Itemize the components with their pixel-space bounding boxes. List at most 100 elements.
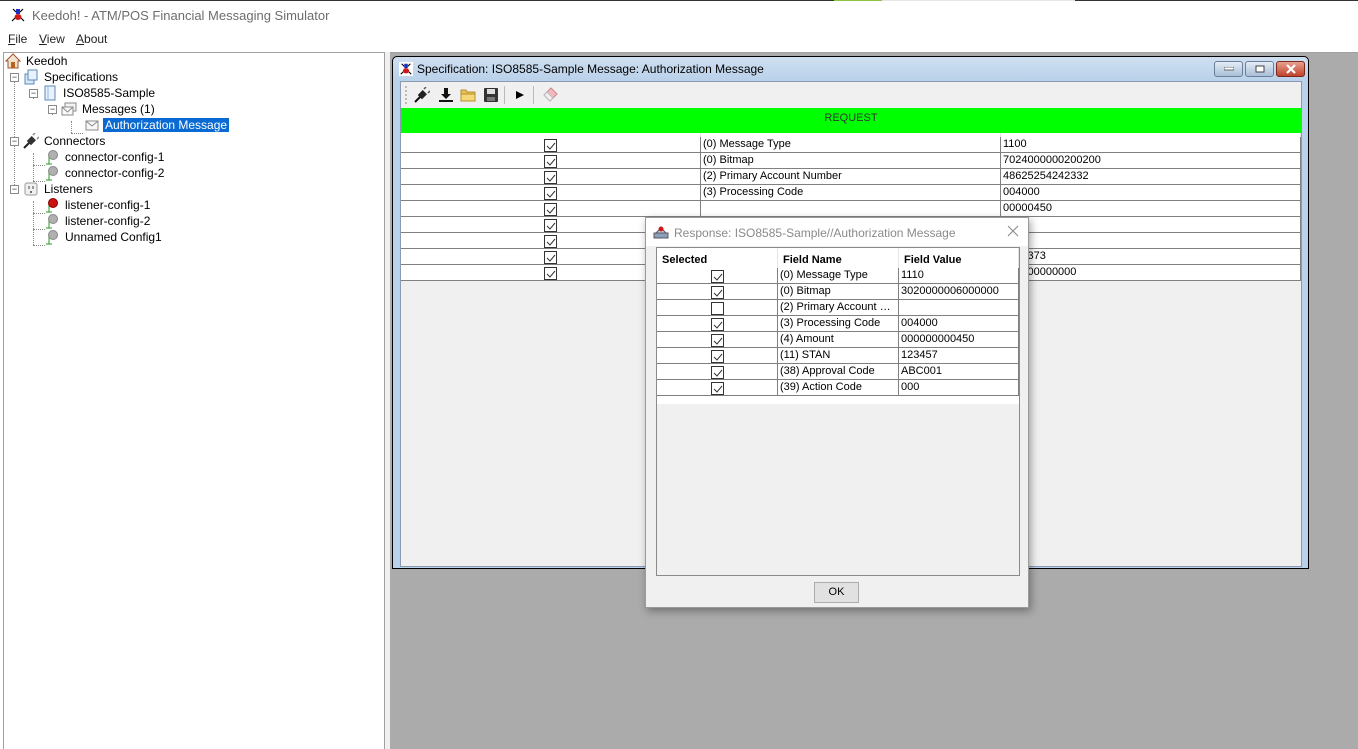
field-name-cell[interactable]: (2) Primary Account Number [778, 300, 899, 316]
checkbox-checked[interactable] [711, 286, 724, 299]
tree-node-connector-2[interactable]: connector-config-2 [44, 165, 166, 181]
field-name-cell[interactable]: (4) Amount [778, 332, 899, 348]
checkbox-checked[interactable] [711, 350, 724, 363]
checkbox-checked[interactable] [544, 235, 557, 248]
tree-node-authorization-message[interactable]: Authorization Message [84, 117, 230, 133]
close-button[interactable] [1276, 61, 1305, 77]
maximize-button[interactable] [1245, 61, 1274, 77]
field-value-cell[interactable]: 123457 [899, 348, 1019, 364]
collapse-toggle[interactable]: − [10, 73, 19, 82]
response-dialog-titlebar[interactable]: Response: ISO8585-Sample//Authorization … [646, 218, 1028, 246]
table-row[interactable]: (4) Amount 000000000450 [657, 332, 1019, 348]
checkbox-checked[interactable] [544, 187, 557, 200]
field-value-cell[interactable] [899, 300, 1019, 316]
field-name-cell[interactable] [701, 201, 1001, 217]
field-value-cell[interactable]: 3020000006000000 [899, 284, 1019, 300]
field-value-cell[interactable]: 000 [899, 380, 1019, 396]
tree-node-spec[interactable]: ISO8585-Sample [42, 85, 157, 101]
table-row[interactable]: (0) Bitmap 7024000000200200 [401, 153, 1301, 169]
field-value-cell[interactable]: 004000 [899, 316, 1019, 332]
table-row[interactable]: (39) Action Code 000 [657, 380, 1019, 396]
connect-button[interactable] [413, 86, 431, 104]
field-value-cell[interactable]: 1928373 [1001, 249, 1301, 265]
menu-about[interactable]: About [76, 32, 107, 46]
field-name-cell[interactable]: (0) Bitmap [701, 153, 1001, 169]
checkbox-checked[interactable] [544, 203, 557, 216]
table-row[interactable]: (0) Bitmap 3020000006000000 [657, 284, 1019, 300]
tree-node-listener-3[interactable]: Unnamed Config1 [44, 229, 164, 245]
tree-line [33, 201, 34, 245]
toolbar-grip[interactable] [405, 86, 408, 104]
field-name-cell[interactable]: (39) Action Code [778, 380, 899, 396]
field-value-cell[interactable]: 000000000450 [899, 332, 1019, 348]
table-row[interactable]: 00000450 [401, 201, 1301, 217]
tree-node-messages[interactable]: Messages (1) [61, 101, 157, 117]
collapse-toggle[interactable]: − [10, 185, 19, 194]
checkbox-checked[interactable] [544, 267, 557, 280]
tree-line [33, 153, 34, 181]
checkbox-unchecked[interactable] [711, 302, 724, 315]
open-button[interactable] [459, 86, 477, 104]
field-name-cell[interactable]: (0) Bitmap [778, 284, 899, 300]
status-dot-icon [46, 230, 58, 245]
table-row[interactable]: (3) Processing Code 004000 [657, 316, 1019, 332]
collapse-toggle[interactable]: − [10, 137, 19, 146]
field-value-cell[interactable]: 1110 [899, 268, 1019, 284]
field-name-cell[interactable]: (11) STAN [778, 348, 899, 364]
field-name-cell[interactable]: (38) Approval Code [778, 364, 899, 380]
table-row[interactable]: (38) Approval Code ABC001 [657, 364, 1019, 380]
clear-button[interactable] [541, 86, 559, 104]
checkbox-checked[interactable] [544, 139, 557, 152]
tree-node-root[interactable]: Keedoh [5, 53, 69, 69]
response-table-scrollpane[interactable]: Selected Field Name Field Value (0) Mess… [656, 247, 1020, 576]
field-value-cell[interactable] [1001, 233, 1301, 249]
table-row[interactable]: (2) Primary Account Number 48625254242332 [401, 169, 1301, 185]
collapse-toggle[interactable]: − [48, 105, 57, 114]
menu-file[interactable]: File [8, 32, 27, 46]
field-value-cell[interactable]: 7024000000200200 [1001, 153, 1301, 169]
selected-cell [657, 268, 778, 284]
field-name-cell[interactable]: (2) Primary Account Number [701, 169, 1001, 185]
specification-window-titlebar[interactable]: Specification: ISO8585-Sample Message: A… [393, 57, 1308, 81]
send-button[interactable] [511, 86, 529, 104]
table-row[interactable]: (0) Message Type 1100 [401, 137, 1301, 153]
collapse-toggle[interactable]: − [29, 89, 38, 98]
table-row[interactable]: (2) Primary Account Number [657, 300, 1019, 316]
field-name-cell[interactable]: (3) Processing Code [778, 316, 899, 332]
tree-node-connectors[interactable]: Connectors [23, 133, 107, 149]
checkbox-checked[interactable] [544, 155, 557, 168]
tree-node-listener-2[interactable]: listener-config-2 [44, 213, 152, 229]
table-row[interactable]: (0) Message Type 1110 [657, 268, 1019, 284]
field-name-cell[interactable]: (0) Message Type [701, 137, 1001, 153]
field-value-cell[interactable]: 48625254242332 [1001, 169, 1301, 185]
table-row[interactable]: (11) STAN 123457 [657, 348, 1019, 364]
checkbox-checked[interactable] [544, 171, 557, 184]
ok-button[interactable]: OK [814, 582, 859, 603]
field-name-cell[interactable]: (0) Message Type [778, 268, 899, 284]
checkbox-checked[interactable] [711, 270, 724, 283]
tree-node-listeners[interactable]: Listeners [23, 181, 95, 197]
checkbox-checked[interactable] [544, 251, 557, 264]
tree-node-listener-1[interactable]: listener-config-1 [44, 197, 152, 213]
navigation-tree[interactable]: Keedoh − Specifications − ISO8585-Sample… [3, 52, 385, 749]
field-value-cell[interactable]: ABC001 [899, 364, 1019, 380]
close-icon[interactable] [1006, 224, 1020, 238]
checkbox-checked[interactable] [711, 366, 724, 379]
field-value-cell[interactable]: 1100 [1001, 137, 1301, 153]
checkbox-checked[interactable] [711, 382, 724, 395]
checkbox-checked[interactable] [711, 334, 724, 347]
field-value-cell[interactable]: 00000450 [1001, 201, 1301, 217]
table-row[interactable]: (3) Processing Code 004000 [401, 185, 1301, 201]
field-value-cell[interactable]: 000000000000 [1001, 265, 1301, 281]
download-button[interactable] [437, 86, 455, 104]
save-button[interactable] [482, 86, 500, 104]
menu-view[interactable]: View [39, 32, 65, 46]
minimize-button[interactable] [1214, 61, 1243, 77]
field-value-cell[interactable]: 57 [1001, 217, 1301, 233]
field-value-cell[interactable]: 004000 [1001, 185, 1301, 201]
tree-node-specifications[interactable]: Specifications [23, 69, 120, 85]
tree-node-connector-1[interactable]: connector-config-1 [44, 149, 166, 165]
field-name-cell[interactable]: (3) Processing Code [701, 185, 1001, 201]
checkbox-checked[interactable] [711, 318, 724, 331]
checkbox-checked[interactable] [544, 219, 557, 232]
